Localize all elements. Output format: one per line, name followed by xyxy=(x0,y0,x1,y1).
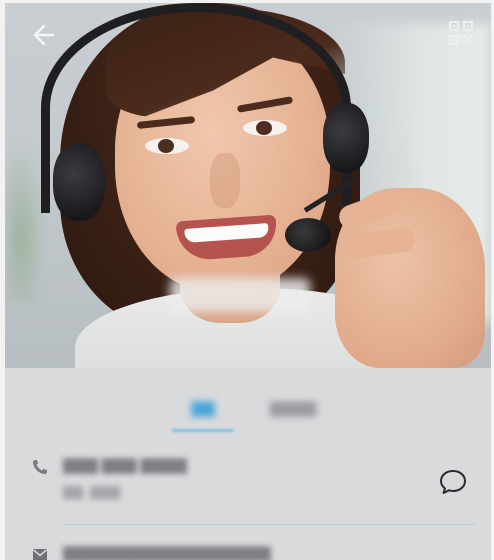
phone-label: ▇▇, ▇▇▇ xyxy=(63,484,121,499)
qr-code-icon xyxy=(449,21,473,45)
contact-details-panel: ▇▇ ▇▇▇▇ ▇▇▇ ▇▇▇ ▇▇▇▇ ▇▇, ▇▇▇ ▇▇▇▇▇▇▇▇▇▇▇… xyxy=(5,368,491,560)
tab-details-label: ▇▇ xyxy=(191,400,215,417)
phone-row[interactable]: ▇▇▇ ▇▇▇ ▇▇▇▇ ▇▇, ▇▇▇ xyxy=(5,448,491,518)
tab-active-indicator xyxy=(172,429,234,432)
contact-name: ▇▇▇ ▇▇▇ xyxy=(170,278,310,312)
chevron-icon xyxy=(446,553,460,560)
photo-background-plant xyxy=(5,143,45,303)
send-message-button[interactable] xyxy=(437,466,469,498)
detail-tabs: ▇▇ ▇▇▇▇ xyxy=(5,390,491,432)
profile-photo: ▇▇▇ ▇▇▇ xyxy=(5,3,491,368)
tab-details[interactable]: ▇▇ xyxy=(172,390,234,432)
email-address: ▇▇▇▇▇▇▇▇▇▇▇▇▇▇▇▇▇▇ xyxy=(63,545,271,560)
headset-earcup-right xyxy=(323,103,369,173)
headset-microphone xyxy=(285,218,331,252)
email-row[interactable]: ▇▇▇▇▇▇▇▇▇▇▇▇▇▇▇▇▇▇ xyxy=(5,538,491,560)
back-arrow-icon xyxy=(33,24,55,46)
tab-records[interactable]: ▇▇▇▇ xyxy=(262,390,324,426)
headset-earcup-left xyxy=(53,143,105,221)
back-button[interactable] xyxy=(27,17,63,53)
row-divider xyxy=(63,524,475,525)
contact-detail-screen: ▇▇ ▇ ▇▇▇ ▇▇▇ ▇▇▇ ▇▇▇▇ ▇▇, ▇▇▇ ▇▇▇▇▇▇▇▇▇▇… xyxy=(0,0,494,560)
message-bubble-icon xyxy=(440,470,466,494)
tab-records-label: ▇▇▇▇ xyxy=(269,400,317,417)
phone-number: ▇▇▇ ▇▇▇ ▇▇▇▇ xyxy=(63,457,187,474)
mail-icon xyxy=(29,544,51,560)
phone-icon xyxy=(29,456,51,478)
qr-code-button[interactable] xyxy=(445,17,477,49)
email-action-button[interactable] xyxy=(437,544,469,560)
